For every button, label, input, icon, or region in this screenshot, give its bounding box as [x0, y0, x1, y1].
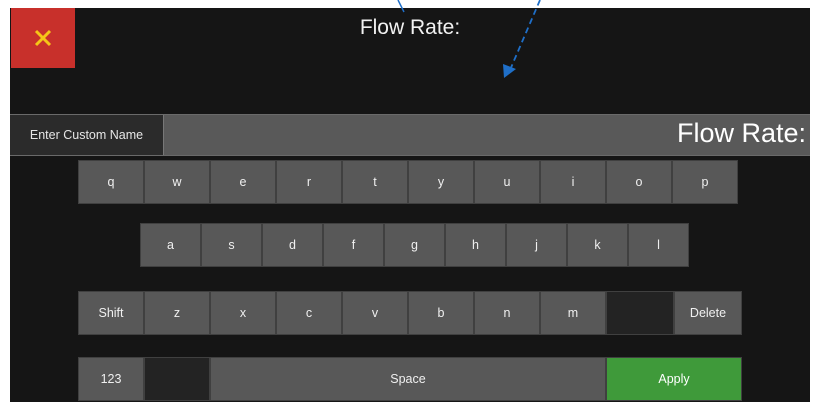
key-d[interactable]: d	[262, 223, 323, 267]
keyboard-screen: Flow Rate: Enter Custom Name Flow Rate: …	[10, 8, 810, 402]
enter-custom-name-label: Enter Custom Name	[10, 115, 164, 155]
key-v[interactable]: v	[342, 291, 408, 335]
key-s[interactable]: s	[201, 223, 262, 267]
key-n[interactable]: n	[474, 291, 540, 335]
key-b[interactable]: b	[408, 291, 474, 335]
key-c[interactable]: c	[276, 291, 342, 335]
key-j[interactable]: j	[506, 223, 567, 267]
key-q[interactable]: q	[78, 160, 144, 204]
key-o[interactable]: o	[606, 160, 672, 204]
blank-key	[606, 291, 674, 335]
key-g[interactable]: g	[384, 223, 445, 267]
key-l[interactable]: l	[628, 223, 689, 267]
key-r[interactable]: r	[276, 160, 342, 204]
page-title: Flow Rate:	[359, 16, 461, 39]
key-i[interactable]: i	[540, 160, 606, 204]
key-y[interactable]: y	[408, 160, 474, 204]
key-w[interactable]: w	[144, 160, 210, 204]
key-u[interactable]: u	[474, 160, 540, 204]
key-p[interactable]: p	[672, 160, 738, 204]
key-x[interactable]: x	[210, 291, 276, 335]
blank-key	[144, 357, 210, 401]
custom-name-input[interactable]: Flow Rate:	[677, 118, 806, 149]
key-t[interactable]: t	[342, 160, 408, 204]
shift-key[interactable]: Shift	[78, 291, 144, 335]
custom-name-bar: Enter Custom Name Flow Rate:	[10, 114, 810, 156]
key-e[interactable]: e	[210, 160, 276, 204]
key-h[interactable]: h	[445, 223, 506, 267]
delete-key[interactable]: Delete	[674, 291, 742, 335]
space-key[interactable]: Space	[210, 357, 606, 401]
numbers-key[interactable]: 123	[78, 357, 144, 401]
apply-button[interactable]: Apply	[606, 357, 742, 401]
key-a[interactable]: a	[140, 223, 201, 267]
key-k[interactable]: k	[567, 223, 628, 267]
key-f[interactable]: f	[323, 223, 384, 267]
key-z[interactable]: z	[144, 291, 210, 335]
key-m[interactable]: m	[540, 291, 606, 335]
